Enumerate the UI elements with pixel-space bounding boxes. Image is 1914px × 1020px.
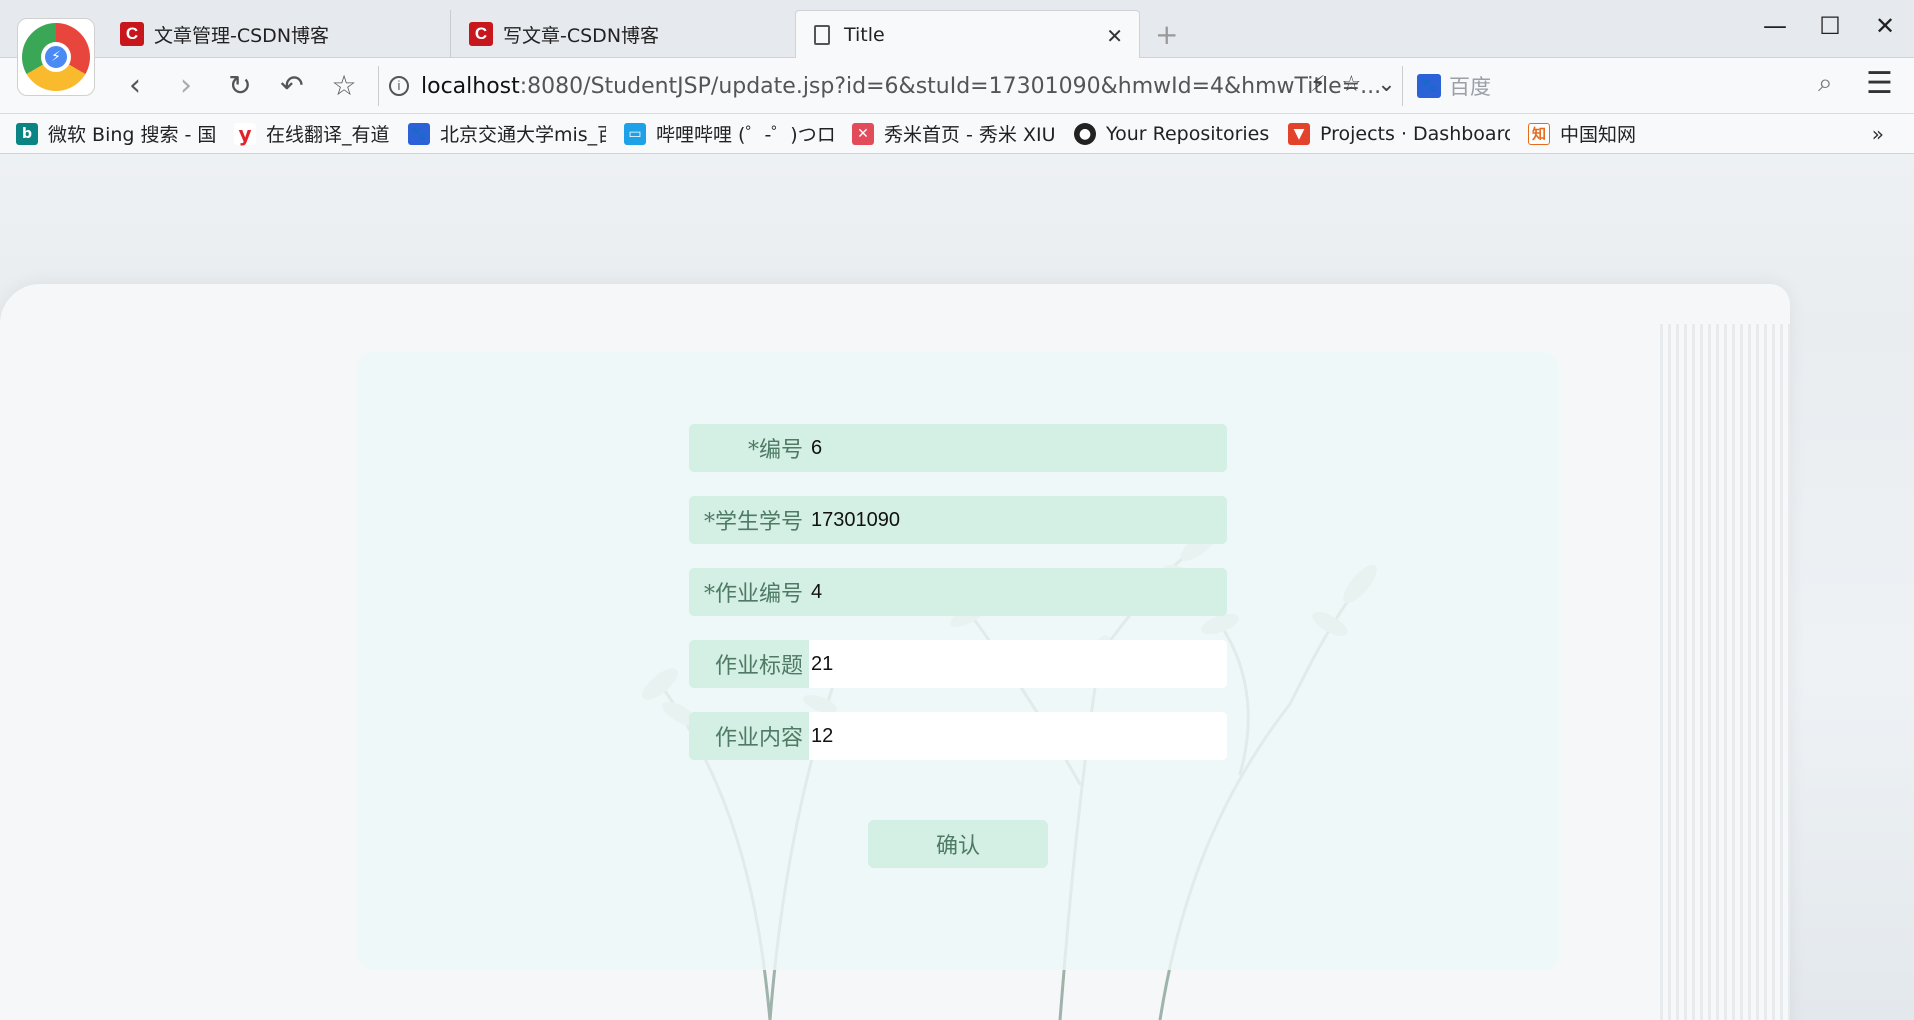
tab-write-article[interactable]: C 写文章-CSDN博客	[450, 10, 794, 58]
field-homework-id: *作业编号 4	[689, 568, 1227, 616]
maximize-button[interactable]: ☐	[1810, 12, 1850, 40]
bookmark-github[interactable]: ● Your Repositories	[1074, 122, 1270, 145]
bookmark-label: Projects · Dashboard	[1320, 122, 1510, 145]
search-icon[interactable]: ⌕	[1818, 68, 1833, 99]
bookmark-label: 微软 Bing 搜索 - 国内	[48, 124, 216, 146]
page-content: *编号 6 *学生学号 17301090 *作业编号 4 作业标题 21 作业内…	[0, 154, 1914, 1020]
bookmarks-bar: b 微软 Bing 搜索 - 国内 y 在线翻译_有道 🐾 北京交通大学mis_…	[0, 114, 1914, 154]
page-icon	[814, 24, 830, 45]
bookmark-cnki[interactable]: 知 中国知网	[1528, 120, 1658, 147]
bookmark-label: Your Repositories	[1106, 122, 1270, 145]
tab-strip: C 文章管理-CSDN博客 C 写文章-CSDN博客 Title ✕ + — ☐…	[0, 0, 1914, 58]
close-tab-icon[interactable]: ✕	[1106, 24, 1123, 48]
url-actions: ⚡ ☆ ⌄	[1310, 72, 1396, 97]
bookmark-star-icon[interactable]: ☆	[324, 68, 364, 104]
bookmark-bilibili[interactable]: ▭ 哔哩哔哩 (゜-゜)つロ	[624, 120, 834, 147]
close-window-button[interactable]: ✕	[1865, 12, 1905, 40]
search-placeholder: 百度	[1449, 75, 1491, 99]
more-bookmarks-icon[interactable]: »	[1872, 122, 1884, 146]
bookmark-label: 北京交通大学mis_百度	[440, 124, 606, 146]
bing-icon: b	[16, 122, 38, 145]
tab-article-management[interactable]: C 文章管理-CSDN博客	[102, 10, 450, 58]
forward-icon[interactable]: ›	[166, 68, 206, 104]
field-label: *学生学号	[689, 496, 809, 544]
field-homework-title: 作业标题 21	[689, 640, 1227, 688]
reload-icon[interactable]: ↻	[220, 68, 260, 104]
github-icon: ●	[1074, 122, 1096, 145]
confirm-button[interactable]: 确认	[868, 820, 1048, 868]
tab-title: Title	[844, 23, 885, 46]
bookmark-label: 哔哩哔哩 (゜-゜)つロ	[656, 124, 834, 146]
field-homework-content: 作业内容 12	[689, 712, 1227, 760]
student-id-input[interactable]: 17301090	[809, 496, 1227, 544]
baidu-paw-icon: 🐾	[408, 122, 430, 145]
undo-icon[interactable]: ↶	[272, 68, 312, 104]
favorite-star-icon[interactable]: ☆	[1341, 72, 1361, 97]
bookmark-gitlab[interactable]: ▼ Projects · Dashboard	[1288, 122, 1510, 145]
csdn-icon: C	[469, 22, 493, 46]
tab-title: 文章管理-CSDN博客	[154, 24, 330, 47]
bookmark-xiumi[interactable]: ✕ 秀米首页 - 秀米 XIUMI	[852, 120, 1056, 147]
id-input[interactable]: 6	[809, 424, 1227, 472]
tab-title: 写文章-CSDN博客	[503, 24, 660, 47]
field-label: *编号	[689, 424, 809, 472]
bookmark-youdao[interactable]: y 在线翻译_有道	[234, 120, 390, 147]
cnki-icon: 知	[1528, 122, 1550, 145]
url-path: :8080/StudentJSP/update.jsp?id=6&stuId=1…	[519, 73, 1382, 99]
update-form-panel: *编号 6 *学生学号 17301090 *作业编号 4 作业标题 21 作业内…	[357, 352, 1559, 970]
new-tab-button[interactable]: +	[1155, 18, 1178, 51]
bookmark-label: 秀米首页 - 秀米 XIUMI	[884, 124, 1056, 146]
url-field[interactable]: i localhost :8080/StudentJSP/update.jsp?…	[378, 66, 1404, 106]
url-host: localhost	[421, 73, 520, 99]
bookmark-label: 在线翻译_有道	[266, 124, 390, 146]
tab-title-active[interactable]: Title ✕	[795, 10, 1140, 58]
bilibili-icon: ▭	[624, 122, 646, 145]
homework-content-input[interactable]: 12	[809, 712, 1227, 760]
address-toolbar: ‹ › ↻ ↶ ☆ i localhost :8080/StudentJSP/u…	[0, 58, 1914, 114]
chevron-down-icon[interactable]: ⌄	[1377, 72, 1395, 97]
field-label: *作业编号	[689, 568, 809, 616]
csdn-icon: C	[120, 22, 144, 46]
bookmark-bjtu-mis[interactable]: 🐾 北京交通大学mis_百度	[408, 120, 606, 147]
info-icon[interactable]: i	[389, 76, 409, 96]
field-label: 作业内容	[689, 712, 809, 760]
baidu-paw-icon: 🐾	[1417, 74, 1441, 98]
search-input[interactable]: 🐾 百度	[1402, 66, 1832, 106]
field-id: *编号 6	[689, 424, 1227, 472]
back-icon[interactable]: ‹	[115, 68, 155, 104]
homework-id-input[interactable]: 4	[809, 568, 1227, 616]
homework-title-input[interactable]: 21	[809, 640, 1227, 688]
gitlab-icon: ▼	[1288, 122, 1310, 145]
field-student-id: *学生学号 17301090	[689, 496, 1227, 544]
browser-logo-icon[interactable]: ⚡	[17, 18, 95, 96]
lightning-icon[interactable]: ⚡	[1310, 72, 1325, 97]
youdao-icon: y	[234, 122, 256, 146]
minimize-button[interactable]: —	[1755, 12, 1795, 40]
bookmark-label: 中国知网	[1560, 124, 1637, 146]
bookmark-bing[interactable]: b 微软 Bing 搜索 - 国内	[16, 120, 216, 147]
xiumi-icon: ✕	[852, 122, 874, 145]
menu-icon[interactable]: ☰	[1866, 66, 1893, 101]
field-label: 作业标题	[689, 640, 809, 688]
